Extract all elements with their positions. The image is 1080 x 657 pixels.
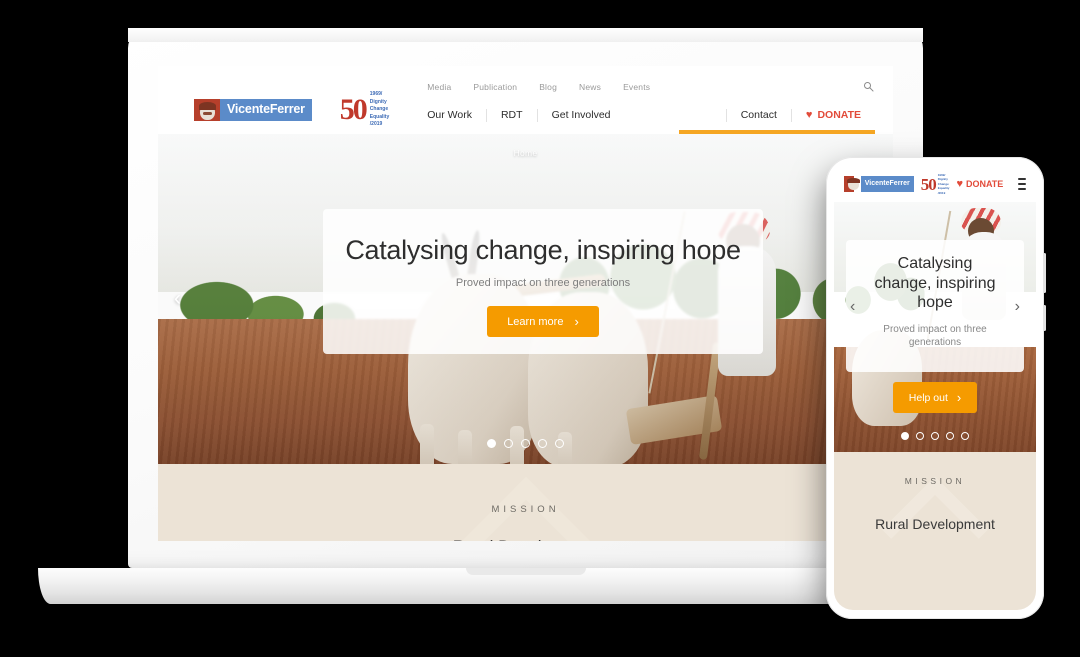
learn-more-button[interactable]: Learn more ›	[487, 306, 599, 337]
hero-card: Catalysing change, inspiring hope Proved…	[323, 209, 763, 354]
mobile-mission-label: MISSION	[904, 476, 966, 486]
carousel-dot[interactable]	[901, 432, 909, 440]
carousel-dot[interactable]	[916, 432, 924, 440]
nav-item-publication[interactable]: Publication	[473, 82, 517, 92]
anniversary-line: Equality	[369, 113, 390, 120]
mission-section: MISSION Rural Development	[158, 464, 893, 541]
vicente-ferrer-portrait-icon	[194, 98, 220, 121]
laptop-top-bezel	[128, 28, 923, 42]
mobile-hero-subtitle: Proved impact on three generations	[883, 323, 987, 349]
learn-more-label: Learn more	[507, 315, 564, 328]
anniversary-logo: 50 1969/ Dignity Change Equality /2019	[340, 91, 389, 129]
anniversary-line: Dignity	[369, 98, 387, 105]
heart-icon: ♥	[805, 108, 813, 121]
primary-nav: Our Work RDT Get Involved Contact ♥ DONA…	[427, 100, 875, 130]
mobile-mission-section: MISSION Rural Development	[834, 452, 1036, 610]
mobile-header: VicenteFerrer 50 1969/ Dignity Change Eq…	[834, 166, 1036, 202]
mockup-canvas: VicenteFerrer 50 1969/ Dignity Change Eq…	[0, 0, 1080, 657]
nav-item-get-involved[interactable]: Get Involved	[536, 108, 625, 122]
nav-item-news[interactable]: News	[579, 82, 601, 92]
nav-item-contact[interactable]: Contact	[725, 108, 791, 122]
carousel-dot[interactable]	[931, 432, 939, 440]
anniversary-line: Change	[369, 106, 389, 112]
mission-body: Rural Development	[158, 537, 893, 541]
hero-title: Catalysing change, inspiring hope	[345, 235, 741, 265]
hero-subtitle: Proved impact on three generations	[455, 277, 631, 289]
phone-screen: VicenteFerrer 50 1969/ Dignity Change Eq…	[834, 166, 1036, 610]
mobile-brand-name: VicenteFerrer	[860, 176, 914, 192]
anniversary-line: /2019	[369, 121, 383, 127]
anniversary-number: 50	[920, 174, 937, 194]
mobile-hero-title: Catalysing change, inspiring hope	[874, 255, 996, 312]
carousel-dot[interactable]	[555, 439, 564, 448]
mission-label: MISSION	[491, 504, 560, 515]
secondary-nav: Media Publication Blog News Events	[427, 74, 875, 100]
help-out-button[interactable]: Help out ›	[892, 382, 978, 413]
vicente-ferrer-portrait-icon	[844, 176, 860, 192]
donate-button[interactable]: ♥ DONATE	[790, 108, 875, 122]
header-navigation: Media Publication Blog News Events Our W…	[427, 74, 875, 134]
mobile-mission-body: Rural Development	[875, 516, 995, 532]
carousel-prev-icon[interactable]: ‹	[174, 287, 181, 311]
brand-name: VicenteFerrer	[220, 98, 312, 121]
anniversary-line: /2019	[937, 190, 946, 195]
donate-label: DONATE	[817, 108, 861, 121]
search-icon[interactable]	[864, 81, 875, 93]
mobile-carousel-next-icon[interactable]: ›	[1015, 298, 1020, 316]
mobile-carousel-prev-icon[interactable]: ‹	[850, 298, 855, 316]
anniversary-line: 1969/	[369, 91, 383, 97]
carousel-dot[interactable]	[946, 432, 954, 440]
nav-item-events[interactable]: Events	[623, 82, 650, 92]
mobile-donate-button[interactable]: ♥ DONATE	[956, 177, 1004, 190]
mobile-carousel-dots	[834, 432, 1036, 440]
laptop-device: VicenteFerrer 50 1969/ Dignity Change Eq…	[38, 28, 1013, 604]
phone-side-button[interactable]	[1043, 253, 1046, 293]
breadcrumb[interactable]: Home	[158, 148, 893, 158]
laptop-screen: VicenteFerrer 50 1969/ Dignity Change Eq…	[158, 66, 893, 541]
nav-item-blog[interactable]: Blog	[539, 82, 557, 92]
nav-item-our-work[interactable]: Our Work	[427, 109, 486, 122]
anniversary-lines: 1969/ Dignity Change Equality /2019	[370, 91, 389, 129]
chevron-right-icon: ›	[956, 390, 962, 405]
carousel-dots	[158, 439, 893, 448]
hero-carousel: Home ‹ Catalysing change, inspiring hope…	[158, 134, 893, 464]
carousel-dot[interactable]	[521, 439, 530, 448]
help-out-label: Help out	[908, 391, 948, 404]
carousel-dot[interactable]	[961, 432, 969, 440]
carousel-dot[interactable]	[538, 439, 547, 448]
site-header: VicenteFerrer 50 1969/ Dignity Change Eq…	[158, 66, 893, 134]
heart-icon: ♥	[956, 177, 963, 190]
anniversary-number: 50	[339, 92, 368, 126]
hamburger-menu-icon[interactable]	[1018, 178, 1026, 190]
carousel-dot[interactable]	[487, 439, 496, 448]
nav-item-rdt[interactable]: RDT	[485, 108, 537, 122]
mobile-hero-card: Catalysing change, inspiring hope Proved…	[846, 240, 1024, 372]
carousel-dot[interactable]	[504, 439, 513, 448]
phone-side-button[interactable]	[1043, 305, 1046, 331]
header-accent-rule	[679, 130, 875, 134]
phone-device: VicenteFerrer 50 1969/ Dignity Change Eq…	[826, 157, 1046, 619]
mobile-anniversary-logo: 50 1969/ Dignity Change Equality /2019	[921, 173, 950, 196]
brand-logo[interactable]: VicenteFerrer 50 1969/ Dignity Change Eq…	[194, 74, 389, 129]
mobile-hero-carousel: Catalysing change, inspiring hope Proved…	[834, 202, 1036, 452]
mobile-donate-label: DONATE	[965, 179, 1004, 189]
chevron-right-icon: ›	[574, 314, 579, 329]
chevron-watermark-icon	[880, 492, 990, 602]
nav-item-media[interactable]: Media	[427, 82, 451, 92]
